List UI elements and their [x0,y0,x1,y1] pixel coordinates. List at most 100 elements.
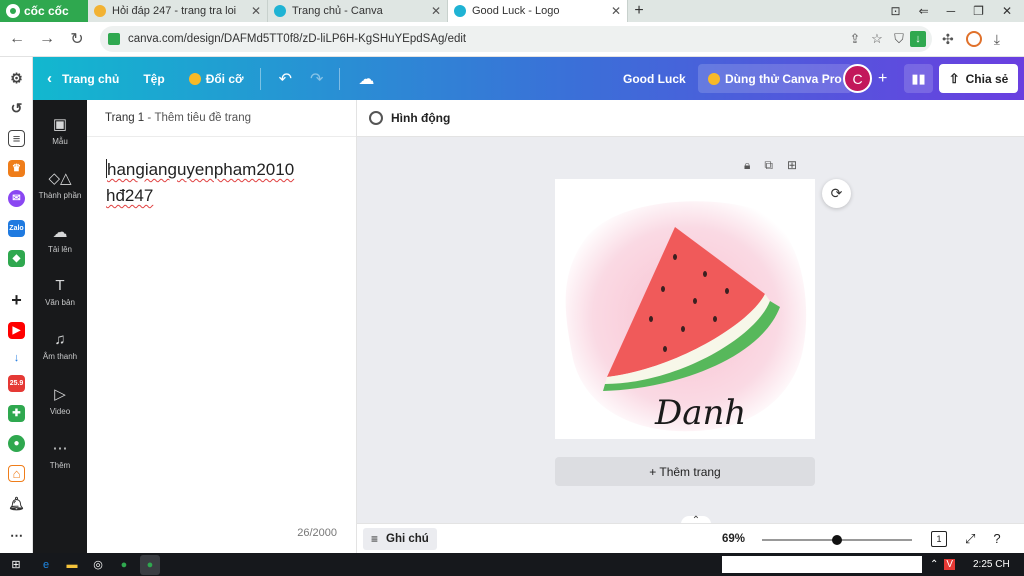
add-sidebar-app-icon[interactable]: + [8,290,25,310]
download-video-icon[interactable]: ↓ [910,31,926,47]
sidebar-item-templates[interactable]: ▣ Mẫu [33,115,87,146]
zalo-icon[interactable]: Zalo [8,220,25,237]
close-window-icon[interactable]: ✕ [1002,4,1012,18]
downloads-icon[interactable]: ⤓ [994,31,1000,48]
divider [339,67,341,90]
zoom-slider-handle[interactable] [832,535,842,545]
coccoc-taskbar-icon[interactable]: ● [114,555,134,575]
sale-calendar-icon[interactable]: 25.9 [8,375,25,392]
separator: - [144,112,155,124]
coccoc-active-taskbar-icon[interactable]: ● [140,554,160,575]
animate-button[interactable]: Hình động [391,111,450,125]
shop-icon[interactable]: ⌂ [8,465,25,482]
add-people-icon[interactable]: + [878,70,887,88]
zoom-slider[interactable] [762,535,912,545]
tab-canva-home[interactable]: Trang chủ - Canva ✕ [268,0,448,22]
more-dots-icon[interactable]: ⋯ [8,527,25,544]
add-page-icon[interactable]: ⊞ [787,158,797,173]
new-tab-button[interactable]: + [628,0,650,22]
reload-button[interactable]: ↻ [64,26,90,52]
sidebar-item-label: Văn bản [45,298,75,307]
secure-lock-icon[interactable] [108,33,120,45]
sidebar-item-audio[interactable]: ♫ Âm thanh [33,331,87,361]
shield-icon[interactable]: ⛉ [888,31,910,47]
sidebar-item-label: Thành phần [38,191,82,200]
home-label: Trang chủ [62,71,120,86]
help-icon[interactable]: ? [993,531,1000,546]
url-text[interactable]: canva.com/design/DAFMd5TT0f8/zD-liLP6H-K… [128,33,844,45]
file-explorer-icon[interactable]: ▬ [62,555,82,575]
file-menu[interactable]: Tệp [143,72,164,86]
game-controller-icon[interactable]: ◆ [8,250,25,267]
sidebar-item-uploads[interactable]: ☁ Tải lên [33,223,87,254]
close-tab-icon[interactable]: ✕ [611,4,621,18]
back-button[interactable]: ← [4,26,30,52]
design-page[interactable]: Danh [555,179,815,439]
notes-textarea[interactable]: hangianguyenpham2010 hđ247 [87,137,356,209]
profile-icon[interactable] [965,31,982,47]
home-link[interactable]: ‹ Trang chủ [47,70,119,87]
back-arrows-icon[interactable]: ⇐ [919,4,929,18]
fullscreen-icon[interactable]: ⤢ [965,531,975,547]
animate-icon[interactable] [369,111,383,125]
undo-icon[interactable]: ↶ [279,69,292,89]
browser-toolbar-right: ✣ ⤓ [942,31,1000,48]
tab-hoidap[interactable]: Hỏi đáp 247 - trang tra loi ✕ [88,0,268,22]
sidebar-item-video[interactable]: ▷ Video [33,385,87,416]
share-button[interactable]: ⇧ Chia sẻ [939,64,1018,93]
duplicate-page-icon[interactable]: ⧉ [764,158,773,173]
tab-search-icon[interactable]: ⊡ [891,4,901,18]
bookmark-star-icon[interactable]: ☆ [866,31,888,47]
resize-button[interactable]: Đổi cỡ [188,72,244,86]
page-count-icon[interactable]: 1 [931,530,947,547]
gift-icon[interactable]: ✚ [8,405,25,422]
avatar[interactable]: C [843,64,872,93]
taskbar-search-box[interactable] [722,556,922,573]
redo-icon[interactable]: ↷ [310,69,323,89]
sidebar-item-elements[interactable]: ◇△ Thành phần [33,169,87,200]
design-title[interactable]: Good Luck [623,72,686,86]
zalo-taskbar-icon[interactable]: ◎ [88,555,108,575]
extensions-icon[interactable]: ✣ [942,31,954,48]
reading-list-icon[interactable]: ≡ [8,130,25,147]
try-pro-button[interactable]: Dùng thử Canva Pro [698,64,852,93]
brand-label: cốc cốc [24,4,69,18]
browser-brand[interactable]: cốc cốc [0,0,88,22]
refresh-suggestions-icon[interactable]: ⟳ [822,179,851,208]
crown-icon [708,72,720,85]
sidebar-item-more[interactable]: ⋯ Thêm [33,439,87,470]
cloud-saved-icon[interactable]: ☁ [358,69,374,89]
close-tab-icon[interactable]: ✕ [431,4,441,18]
notes-icon: ≡ [371,531,379,546]
settings-gear-icon[interactable]: ⚙ [8,70,25,87]
notes-line-text: hđ247 [106,186,154,205]
tab-good-luck[interactable]: Good Luck - Logo ✕ [448,0,628,22]
share-page-icon[interactable]: ⇪ [844,31,866,47]
lock-icon[interactable]: 🔒︎ [744,158,750,173]
insights-chart-icon[interactable]: ▮▮ [904,64,933,93]
restore-icon[interactable]: ❐ [973,4,984,18]
close-tab-icon[interactable]: ✕ [251,4,261,18]
notes-button[interactable]: ≡ Ghi chú [363,527,437,550]
address-bar[interactable]: canva.com/design/DAFMd5TT0f8/zD-liLP6H-K… [100,26,932,52]
watermelon-artwork[interactable]: Danh [555,179,815,439]
youtube-icon[interactable]: ▶ [8,322,25,339]
notification-bell-icon[interactable]: 🔔︎ [8,495,25,512]
sidebar-item-text[interactable]: T Văn bản [33,277,87,307]
antivirus-icon[interactable]: V [944,559,956,570]
edge-icon[interactable]: e [36,555,56,575]
shopping-crown-icon[interactable]: ♛ [8,160,25,177]
minimize-icon[interactable]: ─ [947,4,956,18]
history-icon[interactable]: ↺ [8,100,25,117]
add-page-title-link[interactable]: Thêm tiêu đề trang [154,112,251,124]
messenger-icon[interactable]: ✉ [8,190,25,207]
translate-icon[interactable]: ● [8,435,25,452]
zoom-level[interactable]: 69% [722,533,745,545]
system-clock[interactable]: 2:25 CH [973,559,1010,570]
add-page-button[interactable]: + Thêm trang [555,457,815,486]
windows-start-icon[interactable]: ⊞ [6,555,26,575]
forward-button[interactable]: → [34,26,60,52]
tray-arrow-icon[interactable]: ⌃ [930,559,938,570]
download-manager-icon[interactable]: ↓ [8,349,25,366]
editor-workspace: Hình động 🔒︎ ⧉ ⊞ Danh ⟳ + Thêm trang ⌃ [357,100,1024,553]
